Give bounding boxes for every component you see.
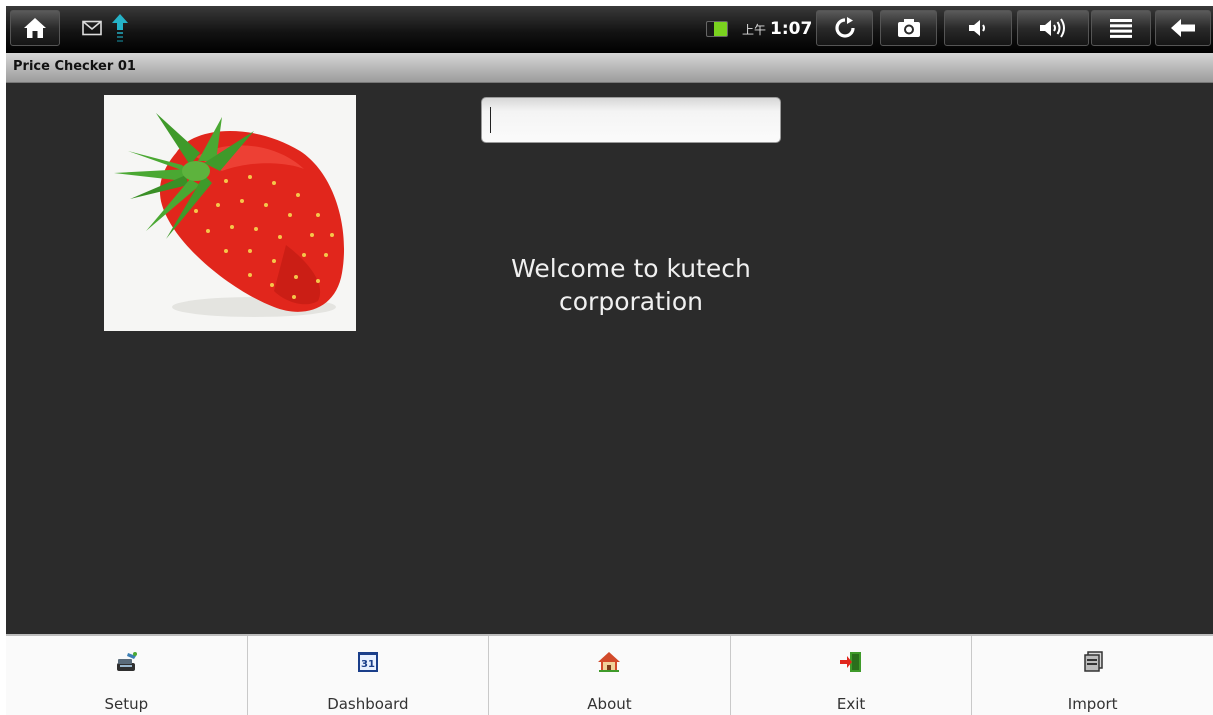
exit-door-icon — [840, 652, 862, 672]
app-title-bar: Price Checker 01 — [6, 53, 1213, 83]
welcome-line-1: Welcome to kutech — [511, 254, 751, 283]
menu-item-setup[interactable]: Setup — [6, 636, 248, 715]
menu-icon — [1110, 19, 1132, 38]
menu-item-dashboard[interactable]: 31 Dashboard — [248, 636, 490, 715]
refresh-icon — [834, 17, 855, 38]
clock-ampm: 上午 — [742, 22, 767, 37]
house-icon — [598, 652, 621, 672]
clock-area: 上午 1:07 — [706, 14, 812, 44]
bottom-menu: Setup 31 Dashboard About Exit Import — [6, 634, 1213, 715]
battery-icon — [706, 21, 728, 37]
status-bar: 上午 1:07 — [6, 6, 1213, 53]
welcome-message: Welcome to kutech corporation — [466, 252, 796, 318]
calendar-icon: 31 — [357, 652, 378, 672]
menu-label-exit: Exit — [836, 695, 866, 713]
product-image — [104, 95, 356, 331]
menu-label-about: About — [587, 695, 632, 713]
menu-item-about[interactable]: About — [489, 636, 731, 715]
menu-label-dashboard: Dashboard — [327, 695, 409, 713]
setup-icon — [117, 652, 138, 671]
menu-item-import[interactable]: Import — [972, 636, 1213, 715]
strawberry-image — [114, 113, 345, 317]
menu-label-setup: Setup — [104, 695, 149, 713]
import-icon — [1083, 651, 1103, 672]
home-button[interactable] — [10, 10, 60, 46]
menu-button[interactable] — [1091, 10, 1151, 46]
back-icon — [1171, 19, 1195, 37]
volume-down-icon — [969, 20, 985, 36]
home-icon — [24, 18, 46, 38]
gmail-icon — [82, 18, 102, 38]
app-title: Price Checker 01 — [13, 59, 136, 74]
device-screen: 上午 1:07 Price Checker 01 Welcome to kute… — [6, 6, 1213, 715]
upload-icon — [110, 13, 130, 43]
refresh-button[interactable] — [816, 10, 873, 46]
volume-down-button[interactable] — [944, 10, 1012, 46]
svg-text:31: 31 — [361, 659, 375, 670]
welcome-line-2: corporation — [559, 287, 703, 316]
menu-item-exit[interactable]: Exit — [731, 636, 973, 715]
clock-time: 1:07 — [770, 19, 813, 39]
camera-button[interactable] — [880, 10, 937, 46]
camera-icon — [897, 19, 920, 37]
volume-up-icon — [1040, 18, 1065, 38]
volume-up-button[interactable] — [1017, 10, 1089, 46]
barcode-search-input[interactable] — [481, 97, 781, 143]
menu-label-import: Import — [1067, 695, 1118, 713]
back-button[interactable] — [1155, 10, 1211, 46]
text-cursor — [490, 107, 491, 133]
